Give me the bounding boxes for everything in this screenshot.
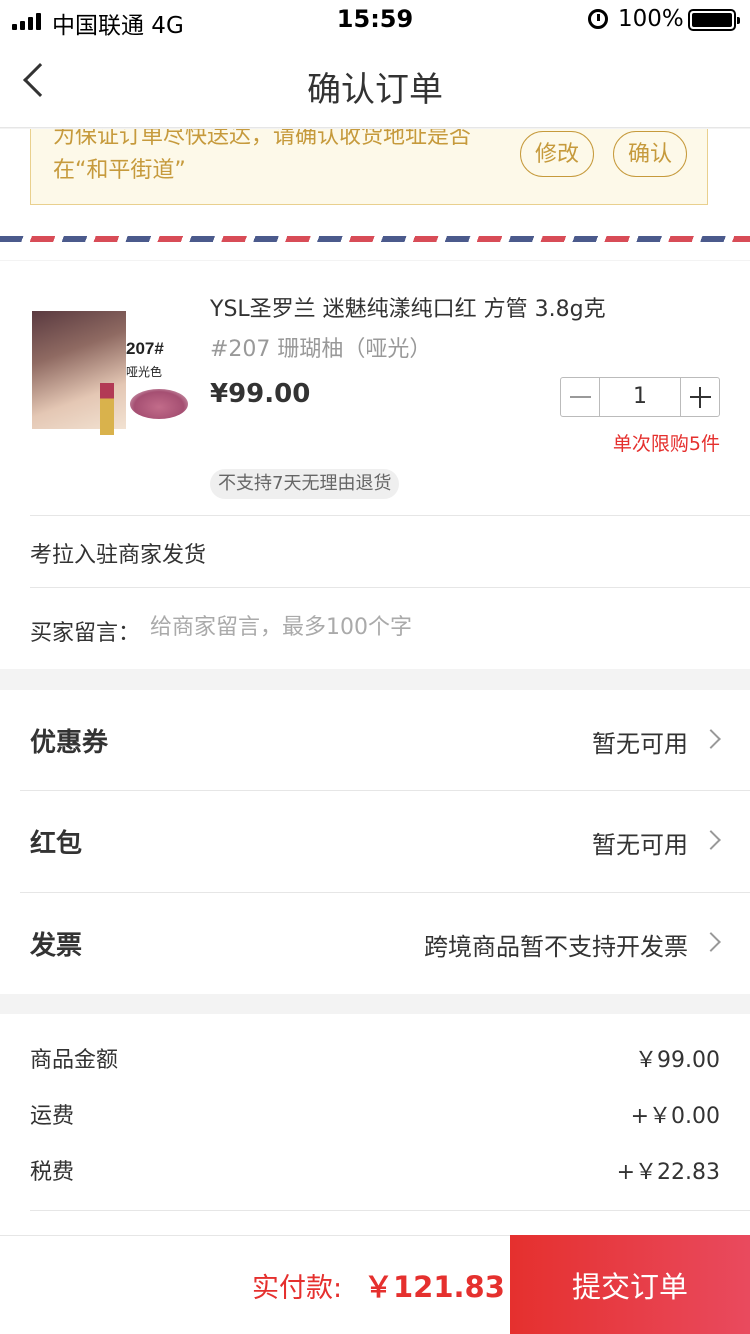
battery-percentage: 100%	[618, 6, 684, 32]
address-section: 为保证订单尽快送达，请确认收货地址是否在“和平街道” 修改 确认	[0, 129, 750, 260]
quantity-stepper: 1	[560, 377, 720, 417]
confirm-address-button[interactable]: 确认	[613, 131, 687, 177]
status-bar: 中国联通 4G 15:59 100%	[0, 0, 750, 40]
option-label: 发票	[30, 931, 83, 961]
total-label: 实付款:	[252, 1273, 343, 1304]
summary-row-tax: 税费 +￥22.83	[30, 1154, 720, 1188]
modify-address-button[interactable]: 修改	[520, 131, 594, 177]
address-notice-text: 为保证订单尽快送达，请确认收货地址是否在“和平街道”	[53, 129, 472, 183]
buyer-note-input[interactable]	[150, 609, 710, 645]
option-coupon[interactable]: 优惠券 暂无可用	[0, 690, 750, 790]
product-thumbnail[interactable]: 207# 哑光色	[30, 309, 192, 437]
order-options: 优惠券 暂无可用 红包 暂无可用 发票 跨境商品暂不支持开发票	[0, 690, 750, 994]
battery-icon	[688, 9, 740, 31]
product-name[interactable]: YSL圣罗兰 迷魅纯漾纯口红 方管 3.8g克	[210, 291, 606, 323]
nav-bar: 确认订单	[0, 40, 750, 128]
option-value: 暂无可用	[592, 831, 688, 859]
option-value: 跨境商品暂不支持开发票	[424, 933, 688, 961]
product-price: ¥99.00	[210, 379, 311, 409]
thumb-shade-number: 207#	[126, 339, 164, 358]
return-policy-tag: 不支持7天无理由退货	[210, 469, 400, 499]
buyer-note-label: 买家留言：	[30, 621, 141, 646]
option-label: 优惠券	[30, 728, 109, 758]
summary-row-shipping: 运费 +￥0.00	[30, 1098, 720, 1132]
chevron-right-icon	[701, 729, 721, 749]
lipstick-image	[100, 383, 114, 435]
chevron-right-icon	[701, 932, 721, 952]
lip-swatch-image	[130, 389, 188, 419]
summary-value: ￥99.00	[635, 1048, 720, 1073]
summary-label: 税费	[30, 1160, 75, 1185]
option-value: 暂无可用	[592, 730, 688, 758]
summary-label: 商品金额	[30, 1048, 119, 1073]
total-amount: ￥121.83	[364, 1270, 505, 1304]
summary-value: +￥0.00	[630, 1104, 720, 1129]
price-summary: 商品金额 ￥99.00 运费 +￥0.00 税费 +￥22.83	[0, 1014, 750, 1236]
address-notice: 为保证订单尽快送达，请确认收货地址是否在“和平街道” 修改 确认	[30, 129, 708, 205]
divider	[30, 1210, 750, 1211]
option-red-packet[interactable]: 红包 暂无可用	[0, 791, 750, 891]
checkout-bar: 实付款: ￥121.83 提交订单	[0, 1235, 750, 1334]
divider	[30, 515, 750, 516]
submit-order-button[interactable]: 提交订单	[510, 1235, 750, 1334]
envelope-border	[0, 236, 750, 242]
chevron-right-icon	[701, 830, 721, 850]
summary-row-subtotal: 商品金额 ￥99.00	[30, 1042, 720, 1076]
summary-label: 运费	[30, 1104, 75, 1129]
option-invoice[interactable]: 发票 跨境商品暂不支持开发票	[0, 893, 750, 993]
quantity-value[interactable]: 1	[600, 378, 680, 416]
page-title: 确认订单	[307, 70, 443, 110]
product-card: 207# 哑光色 YSL圣罗兰 迷魅纯漾纯口红 方管 3.8g克 #207 珊瑚…	[0, 261, 750, 669]
alarm-icon	[588, 9, 608, 29]
merchant-shipping: 考拉入驻商家发货	[30, 543, 207, 568]
option-label: 红包	[30, 829, 83, 859]
purchase-limit: 单次限购5件	[612, 433, 720, 455]
increase-button[interactable]	[680, 378, 719, 416]
summary-value: +￥22.83	[616, 1160, 720, 1185]
decrease-button[interactable]	[561, 378, 600, 416]
thumb-shade-name: 哑光色	[126, 365, 163, 379]
divider	[30, 587, 750, 588]
product-spec: #207 珊瑚柚（哑光）	[210, 337, 432, 362]
